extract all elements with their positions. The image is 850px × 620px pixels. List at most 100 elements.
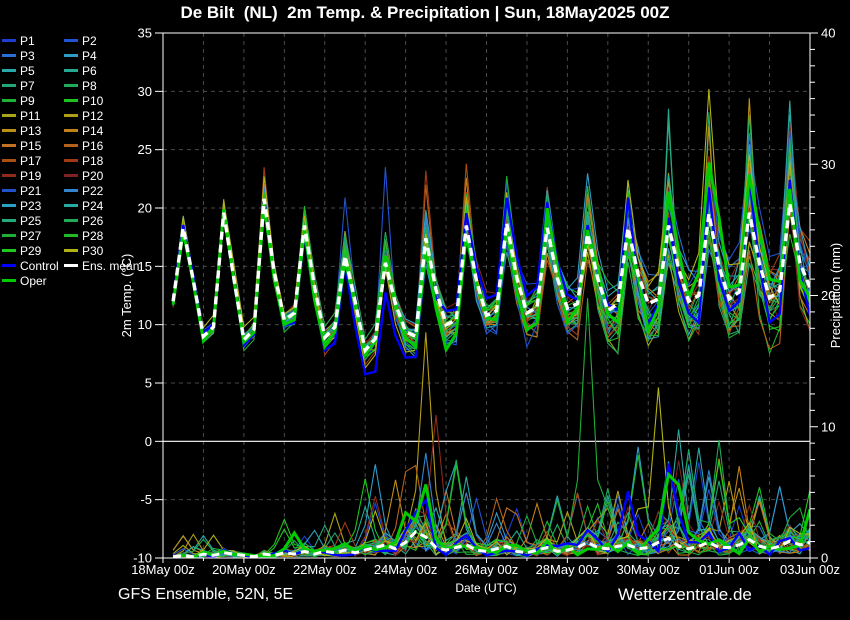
series-group: [173, 89, 810, 558]
legend-label: P2: [82, 35, 97, 47]
legend-label: P30: [82, 245, 103, 257]
legend-row: P7P8: [2, 78, 139, 93]
legend-label: P3: [20, 50, 35, 62]
legend-row: P13P14: [2, 123, 139, 138]
x-tick-label: 01Jun 00z: [699, 562, 759, 577]
legend: P1P2P3P4P5P6P7P8P9P10P11P12P13P14P15P16P…: [2, 33, 139, 288]
legend-label: P5: [20, 65, 35, 77]
legend-label: P29: [20, 245, 41, 257]
legend-label: P12: [82, 110, 103, 122]
legend-label: P26: [82, 215, 103, 227]
legend-swatch-p17: [2, 159, 16, 162]
legend-item-p18: P18: [64, 155, 103, 167]
y-right-tick-label: 10: [821, 419, 835, 434]
legend-item-p1: P1: [2, 35, 64, 47]
x-tick-label: 03Jun 00z: [780, 562, 840, 577]
legend-item-oper: Oper: [2, 275, 64, 287]
legend-item-p30: P30: [64, 245, 103, 257]
legend-item-p27: P27: [2, 230, 64, 242]
legend-swatch-p1: [2, 39, 16, 42]
y-left-tick-label: 35: [138, 26, 152, 41]
y-left-tick-label: 25: [138, 142, 152, 157]
x-tick-label: 28May 00z: [536, 562, 600, 577]
y-left-tick-label: -5: [140, 492, 152, 507]
y-right-tick-label: 40: [821, 26, 835, 41]
legend-label: P23: [20, 200, 41, 212]
x-tick-label: 20May 00z: [212, 562, 276, 577]
legend-label: Ens. mean: [82, 260, 139, 272]
legend-item-p9: P9: [2, 95, 64, 107]
weather-ensemble-chart: De Bilt (NL) 2m Temp. & Precipitation | …: [0, 0, 850, 620]
legend-item-p15: P15: [2, 140, 64, 152]
legend-swatch-ens-mean: [64, 264, 78, 267]
y-left-tick-label: 30: [138, 84, 152, 99]
legend-swatch-p22: [64, 189, 78, 192]
legend-item-p29: P29: [2, 245, 64, 257]
x-tick-label: 24May 00z: [374, 562, 438, 577]
legend-swatch-p2: [64, 39, 78, 42]
legend-label: P16: [82, 140, 103, 152]
legend-item-p12: P12: [64, 110, 103, 122]
legend-label: P21: [20, 185, 41, 197]
legend-item-p13: P13: [2, 125, 64, 137]
legend-label: P4: [82, 50, 97, 62]
legend-swatch-p14: [64, 129, 78, 132]
x-tick-label: 26May 00z: [455, 562, 519, 577]
legend-item-p14: P14: [64, 125, 103, 137]
legend-label: P25: [20, 215, 41, 227]
legend-row: P17 P18: [2, 153, 139, 168]
legend-label: P8: [82, 80, 97, 92]
precip-line-P12: [173, 332, 810, 557]
y-left-tick-label: 5: [145, 376, 152, 391]
legend-item-p4: P4: [64, 50, 97, 62]
legend-label: P24: [82, 200, 103, 212]
y-right-axis-title: Precipitation (mm): [828, 243, 843, 348]
x-axis-title: Date (UTC): [455, 581, 516, 595]
legend-row: P29 P30: [2, 243, 139, 258]
legend-item-p20: P20: [64, 170, 103, 182]
legend-item-p21: P21: [2, 185, 64, 197]
y-right-tick-label: 30: [821, 157, 835, 172]
legend-swatch-p3: [2, 54, 16, 57]
legend-swatch-p30: [64, 249, 78, 252]
legend-item-control: Control: [2, 260, 64, 272]
legend-swatch-p24: [64, 204, 78, 207]
chart-title: De Bilt (NL) 2m Temp. & Precipitation | …: [0, 3, 850, 23]
legend-swatch-p20: [64, 174, 78, 177]
legend-item-p25: P25: [2, 215, 64, 227]
legend-swatch-p5: [2, 69, 16, 72]
legend-row: P11 P12: [2, 108, 139, 123]
y-left-tick-label: 10: [138, 317, 152, 332]
x-tick-label: 22May 00z: [293, 562, 357, 577]
legend-row: P9 P10: [2, 93, 139, 108]
legend-swatch-p9: [2, 99, 16, 102]
y-left-tick-label: 20: [138, 201, 152, 216]
legend-swatch-p8: [64, 84, 78, 87]
legend-label: P28: [82, 230, 103, 242]
legend-label: P17: [20, 155, 41, 167]
legend-item-p6: P6: [64, 65, 97, 77]
legend-swatch-p29: [2, 249, 16, 252]
legend-item-p2: P2: [64, 35, 97, 47]
legend-label: P1: [20, 35, 35, 47]
legend-row: P5 P6: [2, 63, 139, 78]
legend-swatch-p26: [64, 219, 78, 222]
legend-row: Control Ens. mean: [2, 258, 139, 273]
legend-label: P20: [82, 170, 103, 182]
legend-row: P23 P24: [2, 198, 139, 213]
legend-item-p19: P19: [2, 170, 64, 182]
legend-label: Oper: [20, 275, 47, 287]
legend-label: P10: [82, 95, 103, 107]
legend-row: P19 P20: [2, 168, 139, 183]
legend-item-p11: P11: [2, 110, 64, 122]
legend-label: P22: [82, 185, 103, 197]
legend-label: P15: [20, 140, 41, 152]
legend-item-p17: P17: [2, 155, 64, 167]
legend-label: P9: [20, 95, 35, 107]
legend-swatch-p19: [2, 174, 16, 177]
legend-swatch-p23: [2, 204, 16, 207]
legend-label: P6: [82, 65, 97, 77]
legend-swatch-p10: [64, 99, 78, 102]
legend-row: P15 P16: [2, 138, 139, 153]
legend-row: P25 P26: [2, 213, 139, 228]
